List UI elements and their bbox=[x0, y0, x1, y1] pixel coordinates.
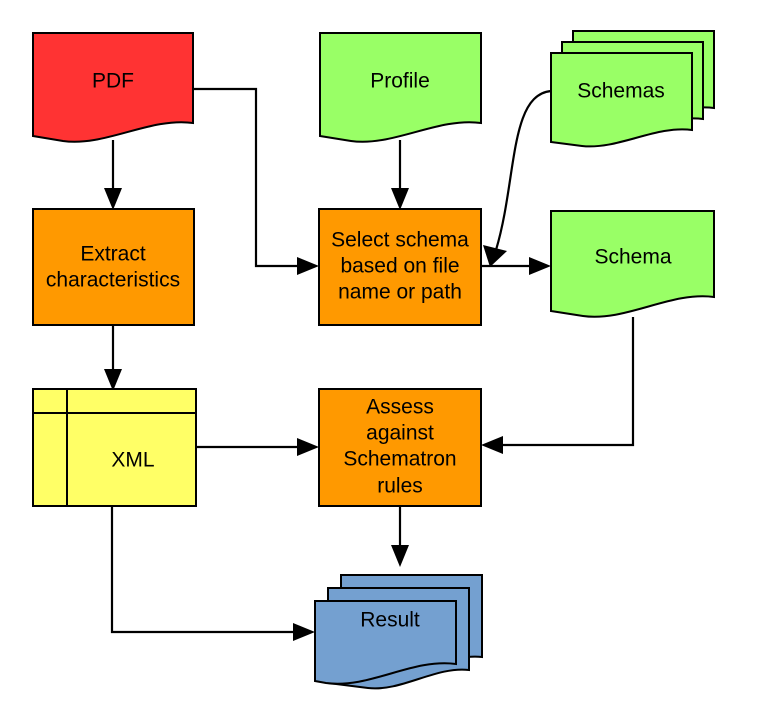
assess-label-line2: against bbox=[366, 422, 434, 445]
pdf-label: PDF bbox=[92, 70, 134, 93]
edge-schema-to-assess bbox=[481, 317, 635, 454]
node-schema[interactable]: Schema bbox=[550, 210, 715, 318]
select-schema-label-line1: Select schema bbox=[331, 229, 469, 252]
profile-label: Profile bbox=[370, 70, 430, 93]
edge-xml-to-assess bbox=[196, 438, 319, 456]
edge-schemas-to-select bbox=[483, 89, 552, 267]
node-profile[interactable]: Profile bbox=[319, 32, 482, 143]
extract-characteristics-box bbox=[32, 208, 195, 326]
edge-profile-to-select bbox=[391, 140, 409, 210]
select-schema-label-line2: based on file bbox=[340, 255, 459, 278]
node-result[interactable]: Result bbox=[314, 574, 483, 690]
assess-label-line4: rules bbox=[377, 475, 423, 498]
edge-pdf-to-select bbox=[193, 87, 319, 275]
flowchart-canvas: PDF Profile Schemas Extract characterist… bbox=[0, 0, 776, 717]
edge-assess-to-result bbox=[391, 506, 409, 567]
edge-xml-to-result bbox=[110, 506, 315, 641]
node-pdf[interactable]: PDF bbox=[32, 32, 194, 143]
node-extract-characteristics[interactable]: Extract characteristics bbox=[32, 208, 195, 326]
flowchart-svg: PDF Profile Schemas Extract characterist… bbox=[32, 30, 715, 690]
edge-extract-to-xml bbox=[104, 325, 122, 391]
node-schemas[interactable]: Schemas bbox=[550, 30, 715, 148]
node-select-schema[interactable]: Select schema based on file name or path bbox=[318, 208, 482, 326]
xml-table-shape bbox=[32, 388, 197, 507]
extract-characteristics-label-line1: Extract bbox=[80, 243, 146, 266]
schema-label: Schema bbox=[594, 246, 671, 269]
assess-label-line3: Schematron bbox=[343, 448, 456, 471]
node-assess[interactable]: Assess against Schematron rules bbox=[318, 388, 482, 507]
assess-label-line1: Assess bbox=[366, 396, 434, 419]
xml-label: XML bbox=[111, 449, 154, 472]
result-label: Result bbox=[360, 609, 420, 632]
edge-pdf-to-extract bbox=[104, 140, 122, 210]
select-schema-label-line3: name or path bbox=[338, 281, 462, 304]
node-xml[interactable]: XML bbox=[32, 388, 197, 507]
extract-characteristics-label-line2: characteristics bbox=[46, 269, 180, 292]
schemas-label: Schemas bbox=[577, 80, 665, 103]
